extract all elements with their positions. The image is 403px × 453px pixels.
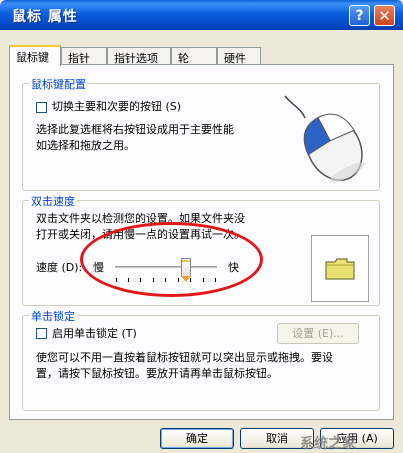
click-lock-checkbox[interactable] — [36, 328, 47, 339]
mouse-icon — [284, 95, 365, 183]
click-lock-group: 单击锁定 启用单击锁定 (T) 设置 (E)... 使您可以不用一直按着鼠标按钮… — [22, 308, 380, 411]
mouse-properties-window: 鼠标 属性 ? ✕ 鼠标键 指针 指针选项 轮 硬件 鼠标键配置 切换主要和次要… — [0, 0, 403, 452]
folder-icon[interactable] — [325, 258, 355, 280]
switch-buttons-label[interactable]: 切换主要和次要的按钮 (S) — [52, 99, 181, 114]
click-lock-label[interactable]: 启用单击锁定 (T) — [52, 326, 137, 341]
test-area[interactable] — [311, 235, 369, 302]
tab-wheel[interactable]: 轮 — [171, 47, 217, 65]
button-config-description-1: 选择此复选框将右按钮设成用于主要性能 — [36, 123, 234, 136]
speed-label: 速度 (D): — [36, 261, 83, 274]
switch-buttons-checkbox[interactable] — [36, 102, 47, 113]
tab-hardware[interactable]: 硬件 — [217, 47, 261, 65]
click-lock-settings-button[interactable]: 设置 (E)... — [277, 323, 359, 344]
click-lock-title: 单击锁定 — [29, 308, 77, 324]
button-config-group: 鼠标键配置 切换主要和次要的按钮 (S) 选择此复选框将右按钮设成用于主要性能 … — [22, 76, 380, 191]
tab-pointer-options[interactable]: 指针选项 — [107, 47, 171, 65]
close-button[interactable]: ✕ — [374, 5, 395, 26]
title-bar[interactable]: 鼠标 属性 ? ✕ — [0, 0, 403, 30]
help-button[interactable]: ? — [349, 5, 370, 26]
button-config-description-2: 如选择和拖放之用。 — [36, 139, 135, 152]
ok-button[interactable]: 确定 — [160, 428, 234, 449]
tab-pointers[interactable]: 指针 — [61, 47, 107, 65]
annotation-ellipse — [80, 222, 263, 297]
click-lock-description-2: 置，请按下鼠标按钮。要放开请再单击鼠标按钮。 — [36, 367, 278, 380]
watermark: 系统之家 — [300, 436, 356, 452]
double-click-title: 双击速度 — [29, 193, 77, 209]
click-lock-description-1: 使您可以不用一直按着鼠标按钮就可以突出显示或拖拽。要设 — [36, 351, 333, 364]
button-config-title: 鼠标键配置 — [29, 76, 88, 92]
tab-buttons[interactable]: 鼠标键 — [9, 45, 61, 66]
window-title: 鼠标 属性 — [12, 9, 78, 25]
